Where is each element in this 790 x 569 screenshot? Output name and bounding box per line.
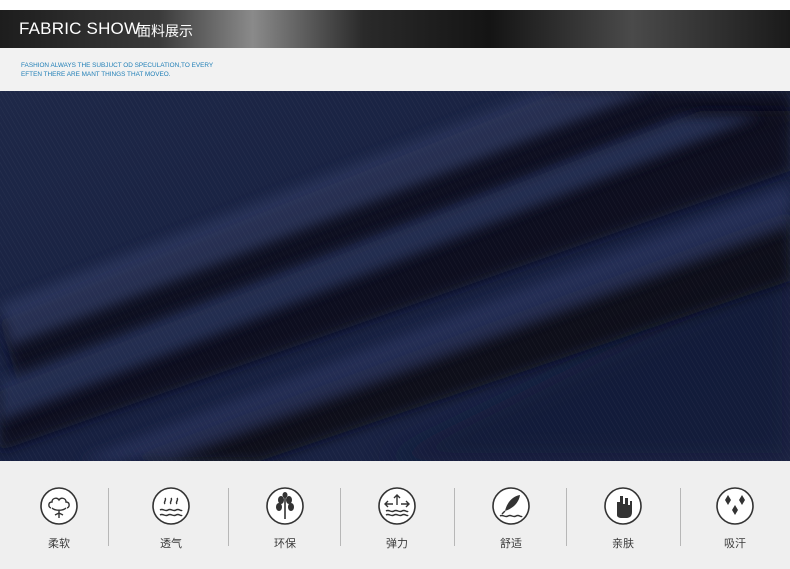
feature-eco: 环保 (230, 461, 340, 569)
breathable-icon (152, 487, 190, 525)
page-title: FABRIC SHOW (19, 19, 141, 38)
tagline-line-1: FASHION ALWAYS THE SUBJUCT OD SPECULATIO… (21, 62, 214, 69)
feature-label: 弹力 (386, 537, 408, 550)
feature-label: 环保 (274, 537, 296, 550)
divider (566, 488, 567, 546)
cotton-flower-icon (40, 487, 78, 525)
feature-sweat-absorbing: 吸汗 (680, 461, 790, 569)
tagline: FASHION ALWAYS THE SUBJUCT OD SPECULATIO… (21, 62, 281, 79)
feature-label: 吸汗 (724, 537, 746, 550)
feature-elastic: 弹力 (342, 461, 452, 569)
tagline-line-2: EFTEN THERE ARE MANT THINGS THAT MOVEO. (21, 70, 171, 78)
divider (454, 488, 455, 546)
feature-label: 柔软 (48, 537, 70, 550)
hand-icon (604, 487, 642, 525)
sweat-drops-icon (716, 487, 754, 525)
feature-skin-friendly: 亲肤 (568, 461, 678, 569)
elastic-icon (378, 487, 416, 525)
divider (228, 488, 229, 546)
divider (340, 488, 341, 546)
feature-breathable: 透气 (116, 461, 226, 569)
feature-label: 舒适 (500, 537, 522, 550)
feature-label: 透气 (160, 537, 182, 550)
page-subtitle: 面料展示 (137, 24, 193, 40)
feature-comfort: 舒适 (456, 461, 566, 569)
fabric-photo (0, 91, 790, 461)
fabric-texture (0, 91, 790, 461)
tree-icon (266, 487, 304, 525)
feature-soft: 柔软 (4, 461, 114, 569)
feature-label: 亲肤 (612, 537, 634, 550)
divider (108, 488, 109, 546)
feature-icon (492, 487, 530, 525)
features-row: 柔软 透气 环保 弹力 舒适 亲肤 吸汗 (0, 461, 790, 569)
